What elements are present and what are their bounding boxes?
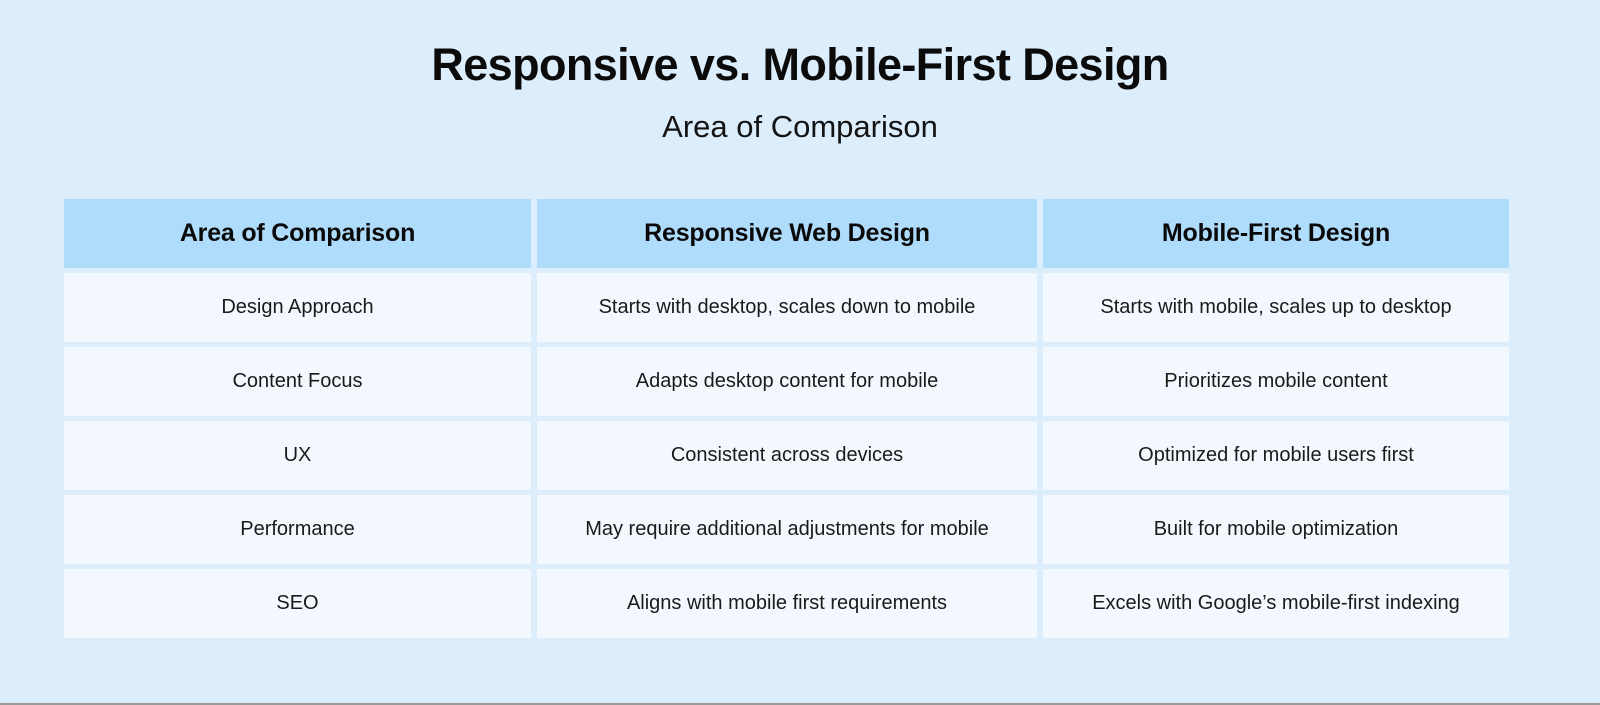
cell-area: UX	[64, 421, 531, 490]
cell-mobile-first: Excels with Google’s mobile-first indexi…	[1043, 569, 1509, 638]
cell-responsive: Starts with desktop, scales down to mobi…	[537, 273, 1037, 342]
comparison-infographic: Responsive vs. Mobile-First Design Area …	[0, 0, 1600, 703]
cell-area: Design Approach	[64, 273, 531, 342]
column-header-mobile-first-design: Mobile-First Design	[1043, 199, 1509, 268]
page-subtitle: Area of Comparison	[662, 108, 938, 144]
cell-area: Performance	[64, 495, 531, 564]
table-row: UX Consistent across devices Optimized f…	[64, 421, 1509, 490]
column-header-responsive-web-design: Responsive Web Design	[537, 199, 1037, 268]
cell-mobile-first: Built for mobile optimization	[1043, 495, 1509, 564]
table-row: SEO Aligns with mobile first requirement…	[64, 569, 1509, 638]
cell-mobile-first: Optimized for mobile users first	[1043, 421, 1509, 490]
cell-responsive: May require additional adjustments for m…	[537, 495, 1037, 564]
cell-responsive: Consistent across devices	[537, 421, 1037, 490]
cell-mobile-first: Starts with mobile, scales up to desktop	[1043, 273, 1509, 342]
page-title: Responsive vs. Mobile-First Design	[431, 39, 1169, 90]
cell-mobile-first: Prioritizes mobile content	[1043, 347, 1509, 416]
comparison-table: Area of Comparison Responsive Web Design…	[64, 199, 1509, 638]
cell-responsive: Aligns with mobile first requirements	[537, 569, 1037, 638]
cell-area: SEO	[64, 569, 531, 638]
cell-area: Content Focus	[64, 347, 531, 416]
table-header-row: Area of Comparison Responsive Web Design…	[64, 199, 1509, 268]
table-row: Performance May require additional adjus…	[64, 495, 1509, 564]
column-header-area-of-comparison: Area of Comparison	[64, 199, 531, 268]
table-row: Design Approach Starts with desktop, sca…	[64, 273, 1509, 342]
table-row: Content Focus Adapts desktop content for…	[64, 347, 1509, 416]
cell-responsive: Adapts desktop content for mobile	[537, 347, 1037, 416]
